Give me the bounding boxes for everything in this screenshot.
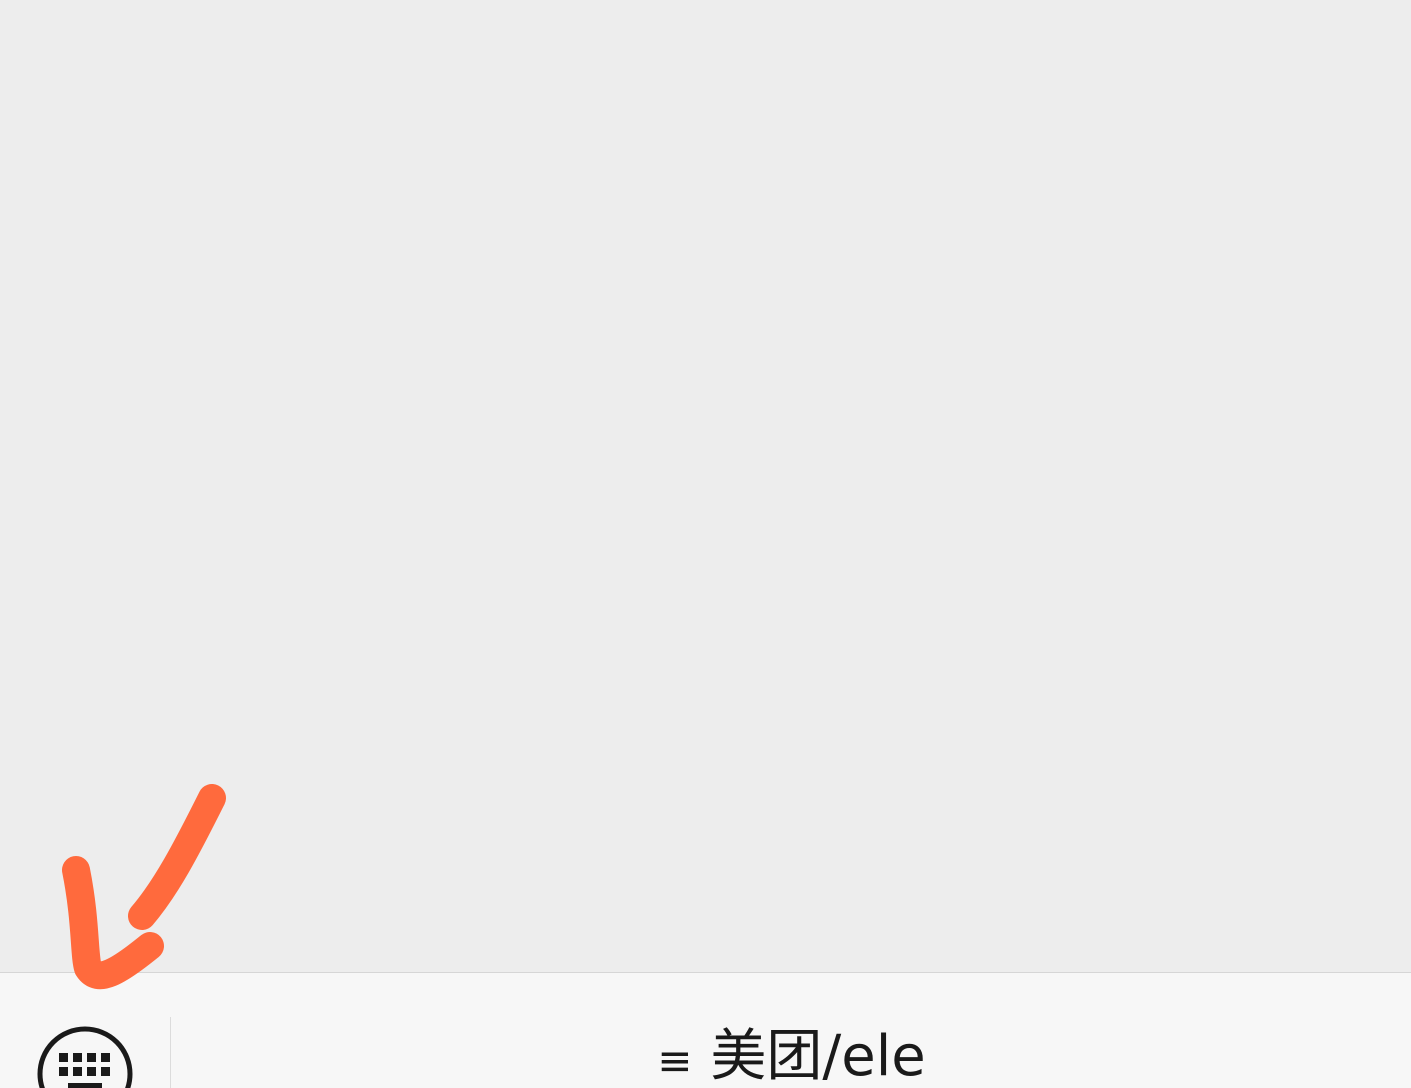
chat-screen: ≡ 美团/ele <box>0 0 1411 1088</box>
menu-button-content: ≡ 美团/ele <box>657 1017 926 1088</box>
menu-label: 美团/ele <box>710 1024 926 1088</box>
menu-button-meituan-ele[interactable]: ≡ 美团/ele <box>172 1017 1411 1088</box>
message-area <box>0 0 1411 972</box>
bottom-menu-bar: ≡ 美团/ele <box>0 972 1411 1088</box>
menu-list-icon: ≡ <box>657 1036 693 1085</box>
keyboard-icon <box>37 1026 133 1088</box>
keyboard-toggle-button[interactable] <box>36 1025 134 1088</box>
bar-divider <box>170 1017 171 1088</box>
